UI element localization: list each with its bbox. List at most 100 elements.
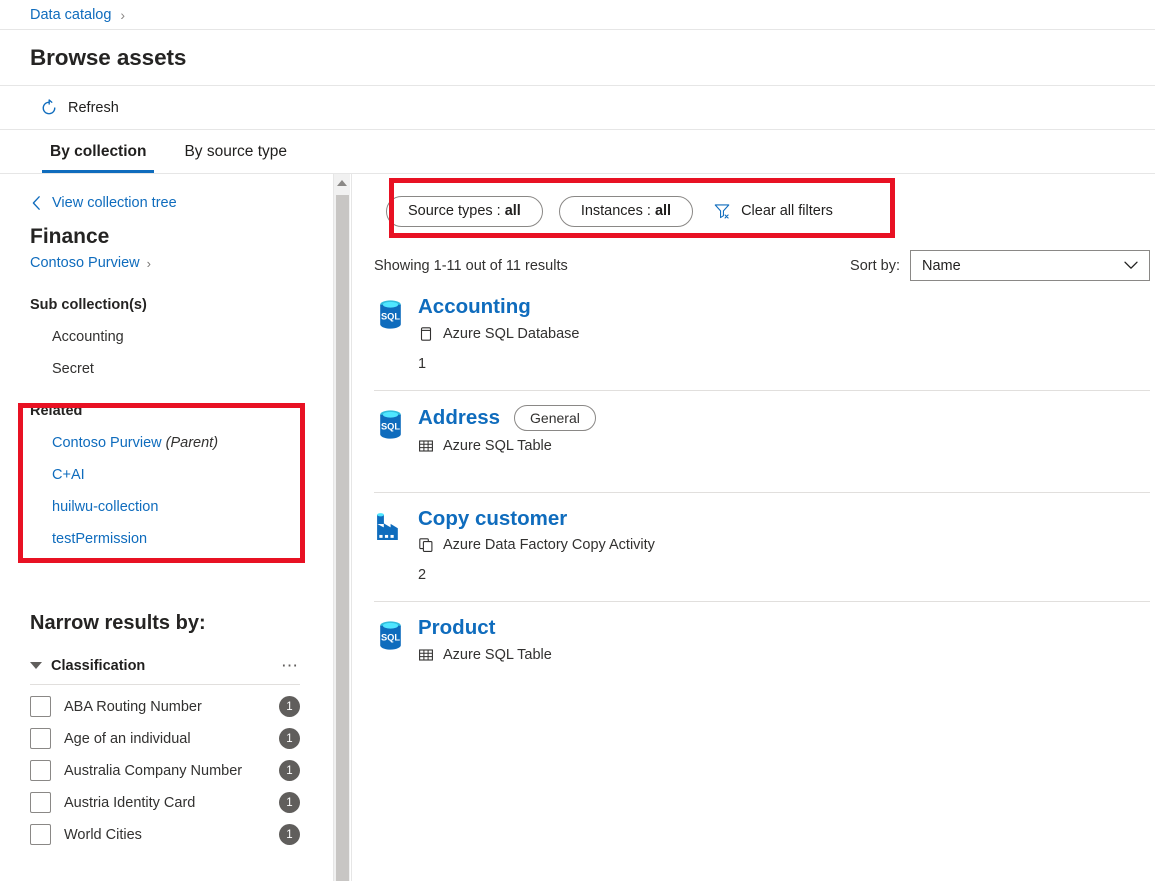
chevron-down-icon (1124, 261, 1138, 270)
facet-item-label: ABA Routing Number (64, 699, 279, 715)
facet-checkbox[interactable] (30, 792, 51, 813)
filter-pill-value: all (505, 203, 521, 219)
facet-item-count: 1 (279, 824, 300, 845)
svg-text:SQL: SQL (381, 633, 400, 643)
filter-pill-label: Instances : (581, 203, 651, 219)
breadcrumb-link-data-catalog[interactable]: Data catalog (30, 7, 111, 23)
related-section: Related Contoso Purview (Parent) C+AI hu… (30, 403, 340, 547)
sub-collection-secret[interactable]: Secret (52, 361, 340, 377)
parent-chevron-icon: › (147, 257, 151, 270)
facet-checkbox[interactable] (30, 728, 51, 749)
left-sidebar: View collection tree Finance Contoso Pur… (0, 174, 352, 881)
facet-checkbox[interactable] (30, 696, 51, 717)
related-link-label: Contoso Purview (52, 435, 162, 451)
command-bar: Refresh (0, 86, 1155, 130)
related-heading: Related (30, 403, 340, 419)
related-link-huilwu-collection[interactable]: huilwu-collection (52, 499, 340, 515)
tab-by-source-type[interactable]: By source type (176, 130, 295, 173)
copy-activity-icon (418, 537, 434, 553)
table-icon (418, 438, 434, 454)
facet-item-age-of-an-individual[interactable]: Age of an individual 1 (30, 728, 340, 749)
caret-down-icon (30, 662, 42, 669)
related-link-parent-tag: (Parent) (166, 435, 218, 451)
facet-checkbox[interactable] (30, 760, 51, 781)
asset-type-label: Azure SQL Database (443, 326, 579, 342)
related-link-label: C+AI (52, 467, 85, 483)
filter-pill-instances[interactable]: Instances :all (559, 196, 693, 227)
refresh-label: Refresh (68, 100, 119, 116)
filter-pill-source-types[interactable]: Source types :all (386, 196, 543, 227)
tab-by-collection[interactable]: By collection (42, 130, 154, 173)
asset-type-label: Azure SQL Table (443, 438, 552, 454)
breadcrumb: Data catalog › (0, 0, 1155, 30)
asset-type-row: Azure Data Factory Copy Activity (418, 537, 1150, 553)
asset-name-link[interactable]: Copy customer (418, 507, 567, 531)
facet-item-label: World Cities (64, 827, 279, 843)
tab-by-collection-label: By collection (50, 143, 146, 161)
facet-classification-header[interactable]: Classification ⋯ (30, 657, 340, 674)
ellipsis-icon[interactable]: ⋯ (281, 657, 300, 674)
asset-type-row: Azure SQL Database (418, 326, 1150, 342)
asset-card-product[interactable]: SQL Product (374, 602, 1150, 663)
facet-divider (30, 684, 300, 685)
refresh-button[interactable]: Refresh (34, 95, 125, 121)
asset-classification-count: 1 (418, 356, 1150, 372)
asset-name-link[interactable]: Address (418, 406, 500, 430)
view-collection-tree-link[interactable]: View collection tree (30, 195, 340, 211)
clear-all-filters-button[interactable]: Clear all filters (713, 202, 833, 220)
asset-type-label: Azure SQL Table (443, 647, 552, 663)
clear-all-filters-label: Clear all filters (741, 203, 833, 219)
asset-name-link[interactable]: Product (418, 616, 495, 640)
azure-data-factory-icon (374, 507, 418, 584)
svg-text:SQL: SQL (381, 421, 400, 431)
asset-card-accounting[interactable]: SQL Accounting (374, 281, 1150, 372)
azure-sql-database-icon: SQL (374, 405, 418, 454)
related-link-testpermission[interactable]: testPermission (52, 531, 340, 547)
related-link-c-plus-ai[interactable]: C+AI (52, 467, 340, 483)
collection-name: Finance (30, 225, 340, 249)
table-icon (418, 647, 434, 663)
chevron-left-icon (30, 195, 43, 211)
refresh-icon (40, 99, 58, 117)
asset-classification-count: 2 (418, 567, 1150, 583)
facet-item-australia-company-number[interactable]: Australia Company Number 1 (30, 760, 340, 781)
page-header: Browse assets (0, 30, 1155, 86)
facet-item-count: 1 (279, 760, 300, 781)
sub-collection-accounting[interactable]: Accounting (52, 329, 340, 345)
breadcrumb-chevron-icon: › (120, 8, 125, 22)
facet-classification-title: Classification (51, 658, 281, 674)
facet-item-austria-identity-card[interactable]: Austria Identity Card 1 (30, 792, 340, 813)
sidebar-scrollbar[interactable] (333, 174, 350, 881)
sort-by-dropdown[interactable]: Name (910, 250, 1150, 281)
sub-collections-heading: Sub collection(s) (30, 297, 340, 313)
facet-item-count: 1 (279, 728, 300, 749)
facet-item-world-cities[interactable]: World Cities 1 (30, 824, 340, 845)
related-link-contoso-purview[interactable]: Contoso Purview (Parent) (52, 435, 340, 451)
asset-name-link[interactable]: Accounting (418, 295, 531, 319)
filter-pill-value: all (655, 203, 671, 219)
asset-badge-general[interactable]: General (514, 405, 596, 431)
facet-item-label: Austria Identity Card (64, 795, 279, 811)
facet-item-aba-routing-number[interactable]: ABA Routing Number 1 (30, 696, 340, 717)
asset-type-label: Azure Data Factory Copy Activity (443, 537, 655, 553)
sort-control: Sort by: Name (850, 250, 1150, 281)
azure-sql-database-icon: SQL (374, 295, 418, 372)
database-icon (418, 326, 434, 342)
scrollbar-thumb[interactable] (336, 195, 349, 881)
view-collection-tree-label: View collection tree (52, 195, 177, 211)
page-title: Browse assets (30, 45, 186, 71)
asset-card-address[interactable]: SQL Address General (374, 391, 1150, 454)
asset-type-row: Azure SQL Table (418, 647, 1150, 663)
page-body: View collection tree Finance Contoso Pur… (0, 174, 1155, 881)
related-link-label: huilwu-collection (52, 499, 158, 515)
facet-checkbox[interactable] (30, 824, 51, 845)
filter-pill-label: Source types : (408, 203, 501, 219)
scroll-up-arrow-icon[interactable] (334, 174, 350, 191)
facet-item-count: 1 (279, 792, 300, 813)
asset-type-row: Azure SQL Table (418, 438, 1150, 454)
results-pane: Source types :all Instances :all Clear a… (352, 174, 1155, 881)
asset-card-copy-customer[interactable]: Copy customer Azure Data Factory Copy Ac… (374, 493, 1150, 584)
view-tabs: By collection By source type (0, 130, 1155, 174)
azure-sql-database-icon: SQL (374, 616, 418, 663)
parent-collection-link[interactable]: Contoso Purview (30, 255, 140, 271)
